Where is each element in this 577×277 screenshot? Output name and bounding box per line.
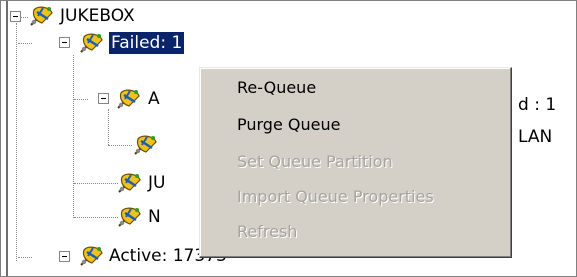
satellite-icon [115, 86, 143, 112]
collapse-icon[interactable] [59, 37, 70, 48]
collapse-icon[interactable] [59, 251, 70, 262]
menu-item-set-queue-partition: Set Queue Partition [237, 152, 393, 171]
satellite-icon [78, 30, 106, 56]
context-menu: Re-Queue Purge Queue Set Queue Partition… [199, 67, 512, 258]
tree-line [18, 43, 32, 44]
satellite-icon [116, 204, 144, 230]
tree-node-label-n[interactable]: N [148, 206, 161, 228]
tree-line [18, 257, 32, 258]
tree-line [74, 183, 118, 184]
tree-line [16, 23, 17, 261]
tree-node-label-failed[interactable]: Failed: 1 [109, 32, 185, 54]
collapse-icon[interactable] [98, 93, 109, 104]
partial-node-text: LAN [518, 127, 553, 147]
tree-line [74, 99, 88, 100]
tree-line [73, 55, 74, 218]
tree-line [108, 145, 132, 146]
tree-line [74, 217, 118, 218]
satellite-icon [28, 3, 56, 29]
tree-node-label-root[interactable]: JUKEBOX [60, 5, 135, 27]
satellite-icon [116, 170, 144, 196]
satellite-icon [78, 243, 106, 269]
satellite-icon [132, 132, 160, 158]
collapse-icon[interactable] [10, 11, 21, 22]
menu-item-purge-queue[interactable]: Purge Queue [237, 112, 340, 138]
tree-node-label-a[interactable]: A [148, 88, 160, 110]
tree-node-label-ju[interactable]: JU [148, 172, 165, 194]
menu-item-import-queue-properties: Import Queue Properties [237, 187, 434, 206]
tree-line [108, 109, 109, 145]
menu-item-refresh: Refresh [237, 222, 298, 241]
menu-item-re-queue[interactable]: Re-Queue [237, 75, 316, 101]
partial-node-text: d : 1 [518, 95, 557, 115]
